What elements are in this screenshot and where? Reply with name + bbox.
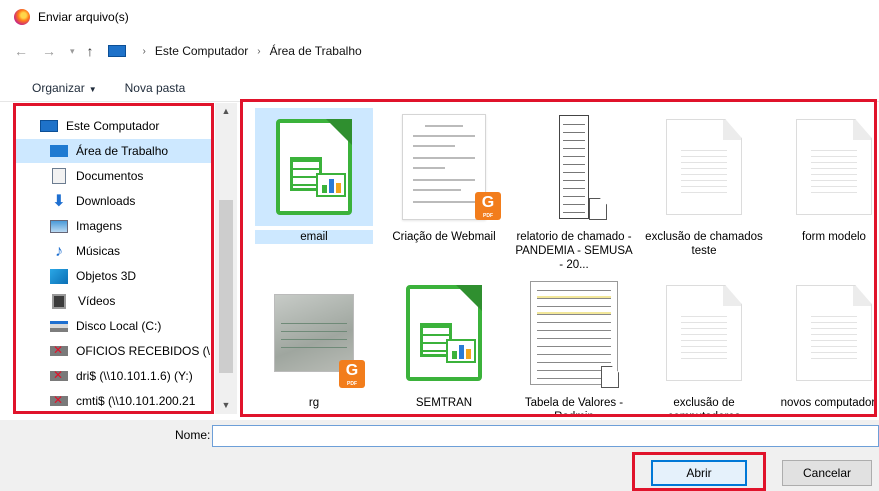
network-drive-disconnected-icon — [50, 368, 68, 382]
organize-button[interactable]: Organizar ▼ — [32, 81, 97, 95]
sidebar-item-label: Este Computador — [66, 119, 160, 133]
file-name: Tabela de Valores - Radmin — [524, 397, 624, 417]
new-folder-button[interactable]: Nova pasta — [125, 81, 186, 95]
window-title: Enviar arquivo(s) — [38, 10, 129, 24]
file-name: exclusão de computadores — [667, 397, 741, 417]
file-tile-novos-computadores[interactable]: novos computadores — [775, 274, 877, 410]
sidebar-item-downloads[interactable]: ⬇ Downloads — [16, 189, 211, 213]
up-arrow-icon[interactable]: ↑ — [87, 43, 94, 59]
sidebar-item-este-computador[interactable]: Este Computador — [16, 114, 211, 138]
network-drive-disconnected-icon — [50, 343, 68, 357]
sidebar-item-documentos[interactable]: Documentos — [16, 164, 211, 188]
spreadsheet-icon — [406, 285, 482, 381]
document-thumbnail — [402, 114, 486, 220]
computer-icon — [40, 120, 58, 132]
sidebar-item-cmti[interactable]: cmti$ (\\10.101.200.21 — [16, 389, 211, 411]
sidebar-item-disco-local[interactable]: Disco Local (C:) — [16, 314, 211, 338]
file-name: rg — [308, 397, 320, 409]
sidebar-item-label: dri$ (\\10.101.1.6) (Y:) — [76, 369, 193, 383]
sidebar-item-label: Imagens — [76, 219, 123, 233]
breadcrumb-chevron-icon: › — [142, 45, 146, 57]
file-name: exclusão de chamados teste — [645, 231, 763, 257]
file-name: novos computadores — [780, 397, 877, 409]
file-name: email — [255, 230, 373, 244]
3d-objects-icon — [50, 268, 68, 284]
address-row: ← → ▾ ↑ › Este Computador › Área de Trab… — [0, 38, 879, 64]
firefox-icon — [14, 9, 30, 25]
blank-document-icon — [796, 285, 872, 381]
file-tile-exclusao-de-chamados-teste[interactable]: exclusão de chamados teste — [645, 108, 763, 258]
pdf-badge-icon: G PDF — [475, 192, 501, 220]
file-list: email G PDF Criação de Webmail relatorio… — [240, 99, 877, 417]
sidebar-item-label: Objetos 3D — [76, 269, 137, 283]
breadcrumb-este-computador[interactable]: Este Computador — [155, 44, 248, 58]
sidebar-item-label: Downloads — [76, 194, 136, 208]
sidebar-item-label: OFICIOS RECEBIDOS (\ — [76, 344, 211, 358]
file-name-input[interactable] — [212, 425, 879, 447]
breadcrumb-area-de-trabalho[interactable]: Área de Trabalho — [270, 44, 362, 58]
blank-document-icon — [666, 119, 742, 215]
file-name: SEMTRAN — [415, 397, 473, 409]
toolbar: Organizar ▼ Nova pasta — [0, 74, 879, 102]
file-tile-exclusao-de-computadores[interactable]: exclusão de computadores — [645, 274, 763, 417]
sidebar-item-label: Vídeos — [78, 294, 116, 308]
forward-arrow-icon[interactable]: → — [42, 43, 56, 59]
open-button[interactable]: Abrir — [651, 460, 747, 486]
file-name: form modelo — [802, 231, 866, 243]
sidebar-item-label: Área de Trabalho — [76, 144, 169, 158]
sidebar-item-imagens[interactable]: Imagens — [16, 214, 211, 238]
file-type-icon — [589, 198, 607, 220]
music-icon: ♪ — [55, 242, 63, 260]
video-icon — [52, 293, 66, 309]
chevron-down-icon: ▼ — [88, 84, 97, 94]
blank-document-icon — [796, 119, 872, 215]
blank-document-icon — [666, 285, 742, 381]
file-tile-semtran[interactable]: SEMTRAN — [385, 274, 503, 410]
network-drive-disconnected-icon — [50, 393, 68, 407]
local-disk-icon — [50, 320, 68, 332]
documents-icon — [52, 168, 66, 184]
computer-icon — [107, 45, 126, 57]
cancel-button[interactable]: Cancelar — [782, 460, 872, 486]
file-tile-tabela-de-valores[interactable]: Tabela de Valores - Radmin — [515, 274, 633, 417]
back-arrow-icon[interactable]: ← — [14, 43, 28, 59]
recent-locations-chevron-icon[interactable]: ▾ — [70, 46, 75, 57]
sidebar-item-label: Documentos — [76, 169, 144, 183]
pictures-icon — [50, 219, 68, 233]
file-tile-relatorio-de-chamado[interactable]: relatorio de chamado - PANDEMIA - SEMUSA… — [515, 108, 633, 272]
scroll-up-arrow-icon[interactable]: ▲ — [215, 106, 237, 116]
file-tile-email[interactable]: email — [255, 108, 373, 244]
sidebar-item-dri[interactable]: dri$ (\\10.101.1.6) (Y:) — [16, 364, 211, 388]
sidebar-item-oficios-recebidos[interactable]: OFICIOS RECEBIDOS (\ — [16, 339, 211, 363]
sidebar-item-musicas[interactable]: ♪ Músicas — [16, 239, 211, 263]
file-name: relatorio de chamado - PANDEMIA - SEMUSA… — [515, 231, 633, 271]
file-tile-rg[interactable]: G PDF rg — [255, 274, 373, 410]
pdf-badge-icon: G PDF — [339, 360, 365, 388]
navigation-pane: Este Computador Área de Trabalho Documen… — [13, 103, 214, 414]
sidebar-item-objetos-3d[interactable]: Objetos 3D — [16, 264, 211, 288]
document-thumbnail — [559, 115, 589, 219]
file-tile-criacao-de-webmail[interactable]: G PDF Criação de Webmail — [385, 108, 503, 244]
download-icon: ⬇ — [52, 192, 66, 210]
sidebar-item-area-de-trabalho[interactable]: Área de Trabalho — [16, 139, 211, 163]
organize-label: Organizar — [32, 80, 85, 95]
sidebar-item-label: Disco Local (C:) — [76, 319, 162, 333]
title-bar: Enviar arquivo(s) — [0, 0, 879, 34]
file-name-label: Nome: — [175, 428, 211, 442]
desktop-icon — [50, 145, 68, 157]
sidebar-item-videos[interactable]: Vídeos — [16, 289, 211, 313]
sidebar-item-label: Músicas — [76, 244, 121, 258]
spreadsheet-icon — [276, 119, 352, 215]
file-name: Criação de Webmail — [392, 231, 496, 243]
breadcrumb-chevron-icon: › — [257, 45, 261, 57]
sidebar-scrollbar-thumb[interactable] — [219, 200, 233, 373]
scroll-down-arrow-icon[interactable]: ▼ — [215, 400, 237, 410]
sidebar-item-label: cmti$ (\\10.101.200.21 — [76, 394, 196, 408]
file-tile-form-modelo[interactable]: form modelo — [775, 108, 874, 244]
